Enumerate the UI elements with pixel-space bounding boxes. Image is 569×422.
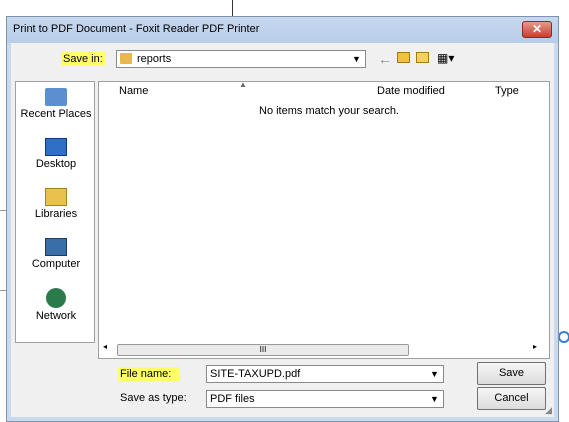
place-label: Desktop: [35, 158, 77, 170]
save-as-type-label: Save as type:: [120, 392, 187, 404]
background-circle: [558, 331, 569, 343]
save-in-label: Save in:: [61, 52, 105, 66]
places-bar: Recent Places Desktop Libraries Computer…: [15, 81, 95, 343]
scroll-right-icon[interactable]: ▸: [533, 342, 537, 351]
computer-icon: [45, 238, 67, 256]
dialog-body: Save in: reports ▼ ← ▦▾ Recent Places De…: [11, 43, 554, 417]
scroll-grip: III: [259, 345, 267, 354]
save-in-value: reports: [137, 53, 172, 65]
resize-grip-icon[interactable]: ◢: [545, 405, 552, 416]
place-computer[interactable]: Computer: [16, 238, 96, 270]
file-name-label: File name:: [118, 367, 180, 381]
empty-message: No items match your search.: [259, 105, 399, 117]
column-name[interactable]: Name: [119, 85, 148, 97]
desktop-icon: [45, 138, 67, 156]
recent-places-icon: [45, 88, 67, 106]
place-label: Network: [35, 310, 77, 322]
chevron-down-icon[interactable]: ▼: [426, 366, 443, 382]
up-folder-icon[interactable]: [397, 52, 410, 63]
save-in-dropdown[interactable]: reports ▼: [116, 50, 366, 68]
libraries-icon: [45, 188, 67, 206]
scroll-thumb[interactable]: III: [117, 344, 409, 356]
folder-icon: [120, 53, 132, 64]
view-menu-icon[interactable]: ▦▾: [437, 51, 454, 65]
horizontal-scrollbar[interactable]: ◂ III ▸: [103, 342, 543, 356]
new-folder-icon[interactable]: [416, 52, 429, 63]
save-button[interactable]: Save: [477, 362, 546, 385]
column-type[interactable]: Type: [495, 85, 519, 97]
file-name-input[interactable]: SITE-TAXUPD.pdf ▼: [206, 365, 444, 383]
file-list[interactable]: Name ▲ Date modified Type No items match…: [98, 80, 550, 359]
place-desktop[interactable]: Desktop: [16, 138, 96, 170]
cancel-button[interactable]: Cancel: [477, 387, 546, 410]
place-recent-places[interactable]: Recent Places: [16, 88, 96, 120]
network-icon: [46, 288, 66, 308]
close-button[interactable]: ✕: [522, 21, 552, 38]
print-to-pdf-dialog: Print to PDF Document - Foxit Reader PDF…: [6, 16, 559, 422]
dialog-title: Print to PDF Document - Foxit Reader PDF…: [13, 23, 260, 35]
place-libraries[interactable]: Libraries: [16, 188, 96, 220]
place-label: Computer: [31, 258, 81, 270]
file-name-value: SITE-TAXUPD.pdf: [210, 368, 301, 380]
chevron-down-icon[interactable]: ▼: [348, 51, 365, 67]
column-date-modified[interactable]: Date modified: [377, 85, 445, 97]
place-network[interactable]: Network: [16, 288, 96, 322]
save-as-type-value: PDF files: [210, 393, 255, 405]
save-as-type-dropdown[interactable]: PDF files ▼: [206, 390, 444, 408]
chevron-down-icon[interactable]: ▼: [426, 391, 443, 407]
background-line: [232, 0, 233, 16]
place-label: Libraries: [34, 208, 78, 220]
place-label: Recent Places: [20, 108, 92, 120]
title-bar[interactable]: Print to PDF Document - Foxit Reader PDF…: [7, 17, 558, 43]
scroll-left-icon[interactable]: ◂: [103, 342, 107, 351]
sort-arrow-icon: ▲: [239, 80, 247, 89]
back-arrow-icon[interactable]: ←: [378, 51, 392, 67]
